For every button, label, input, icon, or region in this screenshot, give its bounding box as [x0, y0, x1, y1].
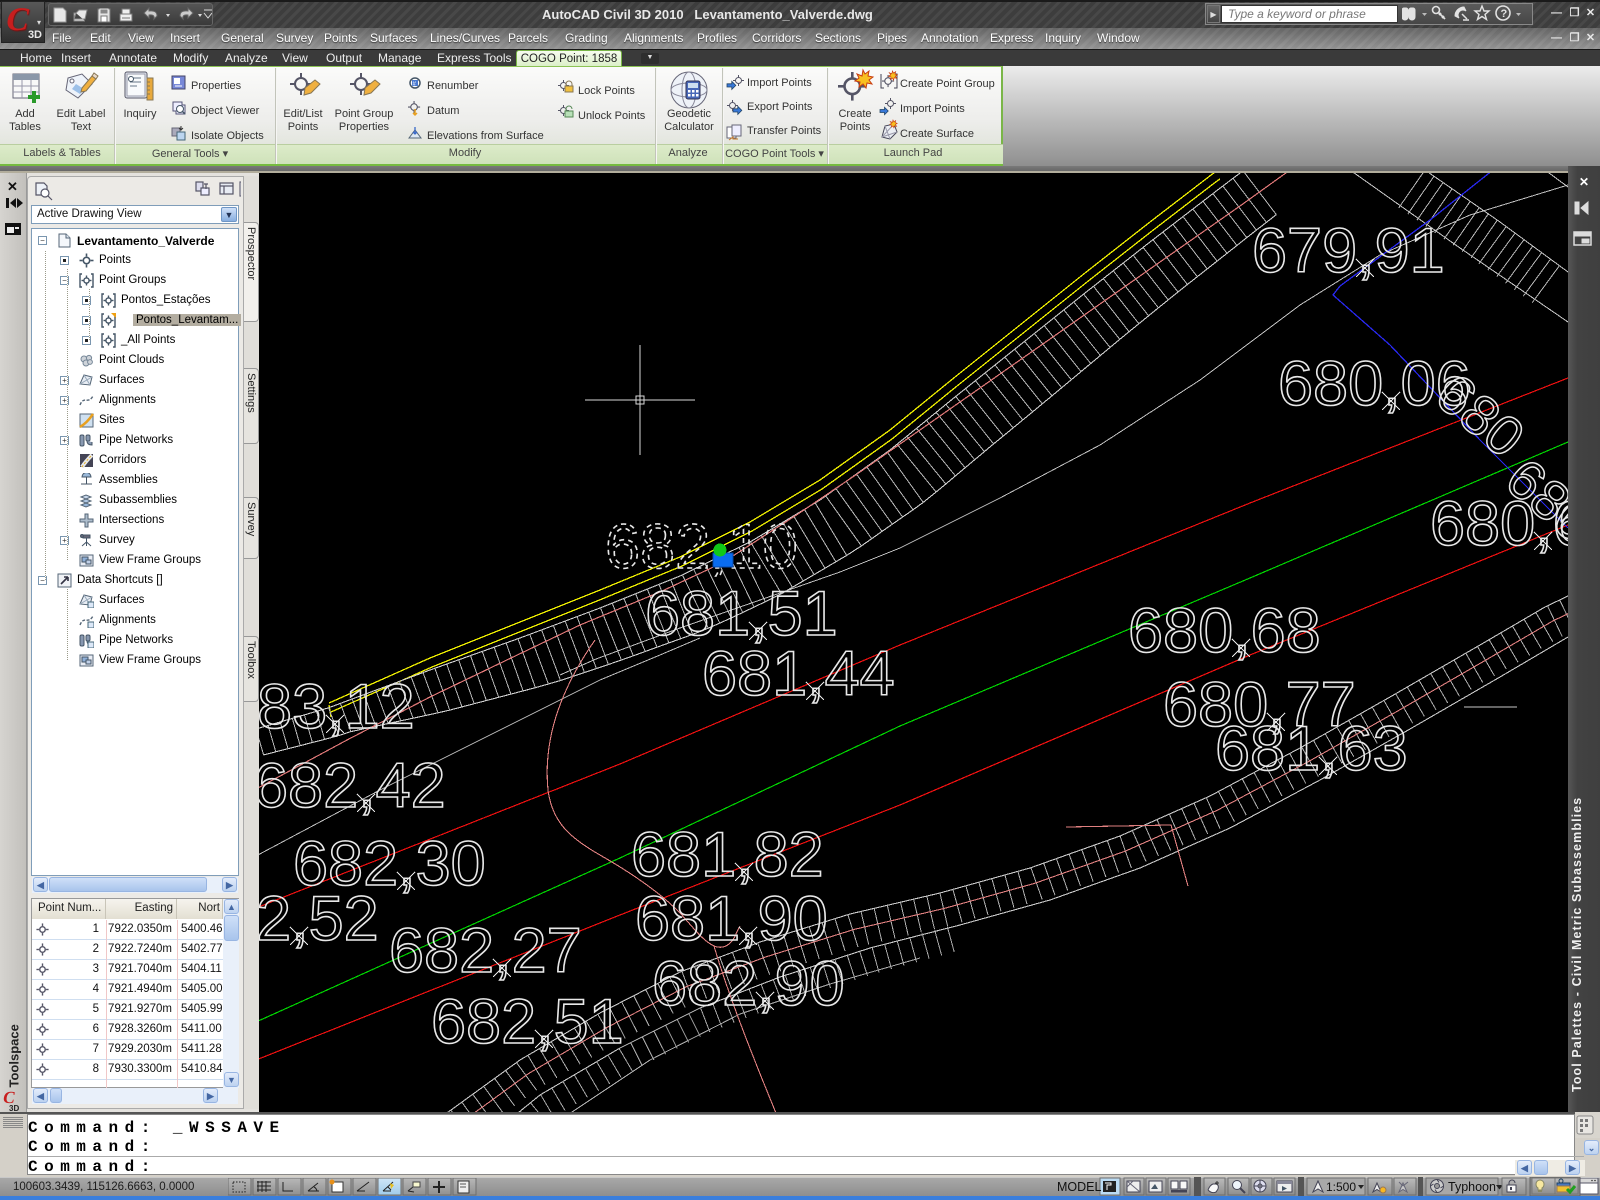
- svg-text:681,90: 681,90: [635, 884, 828, 954]
- svg-text:682,90: 682,90: [652, 949, 845, 1019]
- svg-text:682,51: 682,51: [431, 987, 624, 1057]
- svg-text:682,52: 682,52: [259, 884, 379, 954]
- svg-text:682,27: 682,27: [389, 916, 582, 986]
- svg-text:?: ?: [1501, 8, 1508, 20]
- svg-text:682,10: 682,10: [605, 512, 798, 582]
- svg-text:681,63: 681,63: [1215, 714, 1408, 784]
- svg-text:682,42: 682,42: [259, 751, 446, 821]
- svg-text:679,91: 679,91: [1252, 216, 1445, 286]
- svg-text:681,82: 681,82: [631, 820, 824, 890]
- svg-text:Typhoon: Typhoon: [1448, 1180, 1496, 1194]
- svg-text:683,12: 683,12: [259, 672, 415, 742]
- svg-text:680,68: 680,68: [1128, 596, 1321, 666]
- svg-text:1:500: 1:500: [1326, 1180, 1356, 1194]
- svg-text:681,44: 681,44: [702, 639, 895, 709]
